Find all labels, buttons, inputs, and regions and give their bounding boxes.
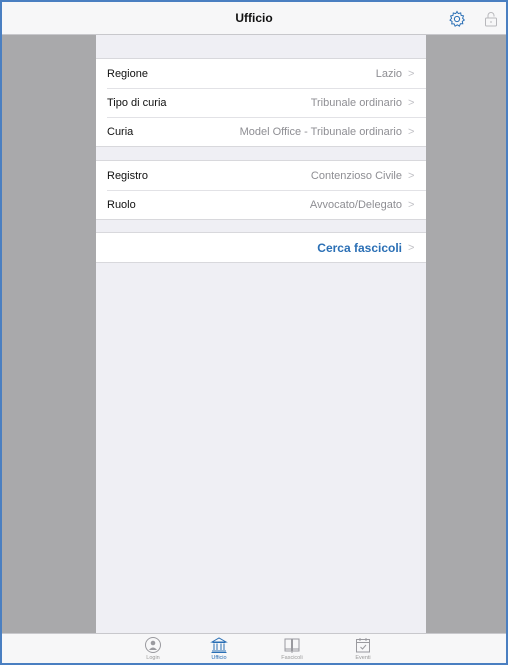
chevron-right-icon: > bbox=[408, 67, 415, 80]
calendar-icon bbox=[356, 638, 370, 653]
tab-login[interactable]: Login bbox=[133, 636, 173, 661]
chevron-right-icon: > bbox=[408, 96, 415, 109]
tipo-di-curia-label: Tipo di curia bbox=[107, 96, 167, 109]
cerca-fascicoli-label: Cerca fascicoli bbox=[317, 240, 402, 255]
ruolo-row[interactable]: Ruolo Avvocato/Delegato > bbox=[96, 190, 426, 219]
navigation-bar: Ufficio bbox=[2, 2, 506, 35]
regione-value: Lazio bbox=[375, 67, 402, 80]
registro-label: Registro bbox=[107, 169, 148, 182]
tab-login-label: Login bbox=[146, 655, 160, 661]
cerca-fascicoli-button[interactable]: Cerca fascicoli > bbox=[96, 233, 426, 262]
tab-bar: Login Ufficio Fascicoli Eventi bbox=[2, 633, 506, 663]
lock-icon[interactable] bbox=[482, 10, 500, 28]
register-section: Registro Contenzioso Civile > Ruolo Avvo… bbox=[96, 160, 426, 220]
curia-label: Curia bbox=[107, 125, 134, 138]
tab-eventi[interactable]: Eventi bbox=[343, 636, 383, 661]
chevron-right-icon: > bbox=[408, 125, 415, 138]
tab-fascicoli[interactable]: Fascicoli bbox=[272, 636, 312, 661]
tab-ufficio-label: Ufficio bbox=[211, 655, 227, 661]
tipo-di-curia-value: Tribunale ordinario bbox=[310, 96, 402, 109]
person-icon bbox=[145, 637, 161, 653]
courthouse-icon bbox=[210, 637, 228, 653]
chevron-right-icon: > bbox=[408, 198, 415, 211]
ruolo-label: Ruolo bbox=[107, 198, 136, 211]
action-section: Cerca fascicoli > bbox=[96, 232, 426, 263]
regione-label: Regione bbox=[107, 67, 148, 80]
chevron-right-icon: > bbox=[408, 241, 415, 254]
location-section: Regione Lazio > Tipo di curia Tribunale … bbox=[96, 58, 426, 147]
gear-icon[interactable] bbox=[448, 10, 466, 28]
folder-book-icon bbox=[284, 638, 300, 653]
ruolo-value: Avvocato/Delegato bbox=[309, 198, 402, 211]
regione-row[interactable]: Regione Lazio > bbox=[96, 59, 426, 88]
curia-value: Model Office - Tribunale ordinario bbox=[239, 125, 402, 138]
tab-fascicoli-label: Fascicoli bbox=[281, 655, 303, 661]
registro-row[interactable]: Registro Contenzioso Civile > bbox=[96, 161, 426, 190]
form-content: Regione Lazio > Tipo di curia Tribunale … bbox=[96, 35, 426, 633]
tab-eventi-label: Eventi bbox=[355, 655, 371, 661]
page-title: Ufficio bbox=[235, 11, 273, 25]
chevron-right-icon: > bbox=[408, 169, 415, 182]
registro-value: Contenzioso Civile bbox=[310, 169, 402, 182]
tab-ufficio[interactable]: Ufficio bbox=[199, 636, 239, 661]
curia-row[interactable]: Curia Model Office - Tribunale ordinario… bbox=[96, 117, 426, 146]
tipo-di-curia-row[interactable]: Tipo di curia Tribunale ordinario > bbox=[96, 88, 426, 117]
